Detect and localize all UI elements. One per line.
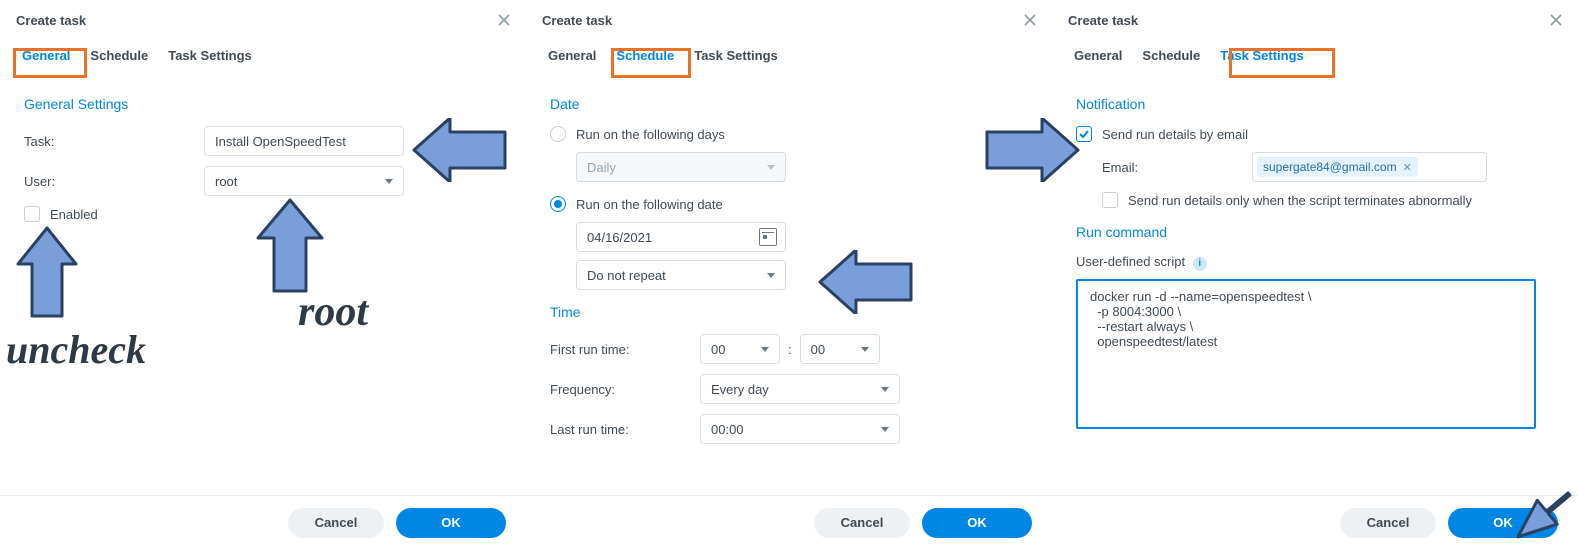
tab-general[interactable]: General (12, 42, 80, 71)
titlebar: Create task (526, 0, 1052, 40)
chevron-down-icon (881, 387, 889, 392)
chevron-down-icon (761, 347, 769, 352)
time-colon: : (788, 342, 792, 357)
enabled-label: Enabled (50, 207, 98, 222)
days-select: Daily (576, 152, 786, 182)
chevron-down-icon (861, 347, 869, 352)
section-notification: Notification (1076, 96, 1554, 112)
chevron-down-icon (767, 273, 775, 278)
cancel-button[interactable]: Cancel (814, 508, 910, 538)
remove-chip-icon[interactable]: ✕ (1403, 161, 1412, 174)
opt-days-label: Run on the following days (576, 127, 725, 142)
radio-following-days[interactable] (550, 126, 566, 142)
panel-schedule: Create task General Schedule Task Settin… (526, 0, 1052, 549)
footer: Cancel OK (0, 495, 526, 549)
section-time: Time (550, 304, 1028, 320)
frequency-select[interactable]: Every day (700, 374, 900, 404)
email-chip: supergate84@gmail.com ✕ (1257, 157, 1418, 177)
panel-general: Create task General Schedule Task Settin… (0, 0, 526, 549)
section-run-command: Run command (1076, 224, 1554, 240)
abnormal-label: Send run details only when the script te… (1128, 193, 1472, 208)
cancel-button[interactable]: Cancel (288, 508, 384, 538)
email-input[interactable]: supergate84@gmail.com ✕ (1252, 152, 1487, 182)
window-title: Create task (16, 13, 86, 28)
abnormal-checkbox[interactable] (1102, 192, 1118, 208)
user-label: User: (24, 174, 204, 189)
first-run-label: First run time: (550, 342, 700, 357)
panel-task-settings: Create task General Schedule Task Settin… (1052, 0, 1578, 549)
user-select[interactable]: root (204, 166, 404, 196)
date-input[interactable]: 04/16/2021 (576, 222, 786, 252)
tab-general[interactable]: General (1064, 42, 1132, 71)
tab-settings[interactable]: Task Settings (158, 42, 262, 71)
tab-schedule[interactable]: Schedule (1132, 42, 1210, 71)
cancel-button[interactable]: Cancel (1340, 508, 1436, 538)
radio-following-date[interactable] (550, 196, 566, 212)
email-label: Email: (1102, 160, 1252, 175)
content: General Settings Task: Install OpenSpeed… (0, 72, 526, 495)
script-textarea[interactable]: docker run -d --name=openspeedtest \ -p … (1076, 279, 1536, 429)
close-icon[interactable] (1020, 10, 1040, 30)
last-run-select[interactable]: 00:00 (700, 414, 900, 444)
tabs: General Schedule Task Settings (0, 40, 526, 72)
footer: Cancel OK (1052, 495, 1578, 549)
section-general-settings: General Settings (24, 96, 502, 112)
tabs: General Schedule Task Settings (1052, 40, 1578, 72)
info-icon[interactable]: i (1193, 257, 1207, 271)
task-input[interactable]: Install OpenSpeedTest (204, 126, 404, 156)
titlebar: Create task (1052, 0, 1578, 40)
frequency-label: Frequency: (550, 382, 700, 397)
content: Notification Send run details by email E… (1052, 72, 1578, 495)
tab-settings[interactable]: Task Settings (1210, 42, 1314, 71)
titlebar: Create task (0, 0, 526, 40)
chevron-down-icon (881, 427, 889, 432)
tab-schedule[interactable]: Schedule (80, 42, 158, 71)
ok-button[interactable]: OK (1448, 508, 1558, 538)
repeat-select[interactable]: Do not repeat (576, 260, 786, 290)
window-title: Create task (1068, 13, 1138, 28)
opt-date-label: Run on the following date (576, 197, 723, 212)
footer: Cancel OK (526, 495, 1052, 549)
tab-general[interactable]: General (538, 42, 606, 71)
section-date: Date (550, 96, 1028, 112)
ok-button[interactable]: OK (396, 508, 506, 538)
tab-settings[interactable]: Task Settings (684, 42, 788, 71)
content: Date Run on the following days Daily Run… (526, 72, 1052, 495)
ok-button[interactable]: OK (922, 508, 1032, 538)
chevron-down-icon (385, 179, 393, 184)
send-email-label: Send run details by email (1102, 127, 1248, 142)
tab-schedule[interactable]: Schedule (606, 42, 684, 71)
tabs: General Schedule Task Settings (526, 40, 1052, 72)
close-icon[interactable] (494, 10, 514, 30)
close-icon[interactable] (1546, 10, 1566, 30)
send-email-checkbox[interactable] (1076, 126, 1092, 142)
last-run-label: Last run time: (550, 422, 700, 437)
first-run-min[interactable]: 00 (800, 334, 880, 364)
first-run-hour[interactable]: 00 (700, 334, 780, 364)
enabled-checkbox[interactable] (24, 206, 40, 222)
calendar-icon (759, 228, 777, 246)
task-label: Task: (24, 134, 204, 149)
chevron-down-icon (767, 165, 775, 170)
script-label: User-defined script (1076, 254, 1185, 269)
window-title: Create task (542, 13, 612, 28)
